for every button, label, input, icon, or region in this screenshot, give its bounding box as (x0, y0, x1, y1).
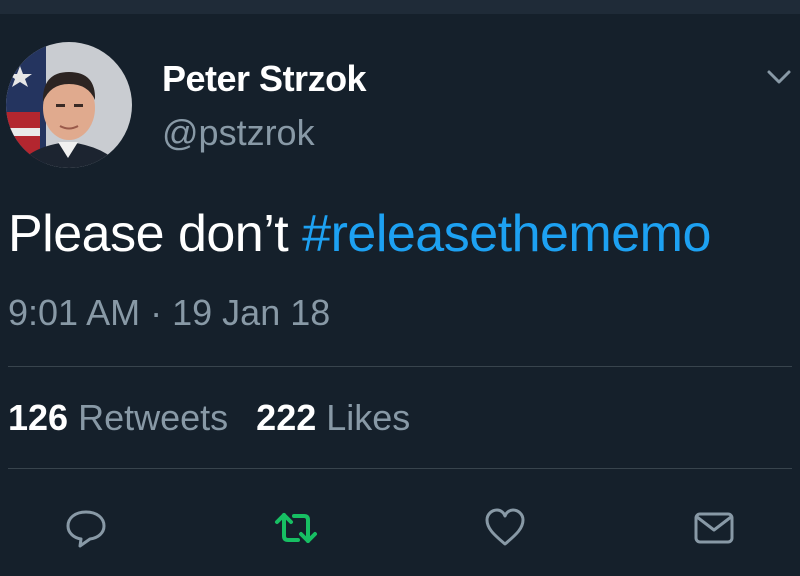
likes-count: 222 (256, 397, 317, 438)
reply-button[interactable] (62, 504, 110, 552)
retweet-icon (275, 513, 317, 543)
likes-label: Likes (326, 397, 411, 438)
like-button[interactable] (481, 504, 529, 552)
chevron-down-icon[interactable] (764, 62, 794, 92)
username-handle[interactable]: @pstzrok (162, 112, 315, 154)
tweet-date: 19 Jan 18 (172, 292, 331, 333)
display-name[interactable]: Peter Strzok (162, 58, 367, 100)
heart-icon (485, 508, 525, 546)
tweet-text: Please don’t #releasethememo (8, 204, 711, 264)
tweet-time: 9:01 AM (8, 292, 141, 333)
divider (8, 468, 792, 469)
top-status-strip (0, 0, 800, 14)
avatar-photo (6, 42, 132, 168)
retweet-button[interactable] (272, 504, 320, 552)
reply-icon (66, 510, 106, 548)
tweet-timestamp: 9:01 AM · 19 Jan 18 (8, 292, 330, 334)
mail-icon (694, 512, 734, 544)
avatar[interactable] (6, 42, 132, 168)
hashtag-link[interactable]: #releasethememo (302, 205, 711, 263)
retweets-stat[interactable]: 126 Retweets (8, 397, 228, 438)
share-button[interactable] (690, 504, 738, 552)
tweet-text-plain: Please don’t (8, 205, 303, 263)
retweets-label: Retweets (78, 397, 229, 438)
meta-separator: · (150, 292, 163, 333)
divider (8, 366, 792, 367)
likes-stat[interactable]: 222 Likes (256, 397, 410, 438)
retweets-count: 126 (8, 397, 69, 438)
tweet-stats: 126 Retweets 222 Likes (8, 397, 410, 439)
